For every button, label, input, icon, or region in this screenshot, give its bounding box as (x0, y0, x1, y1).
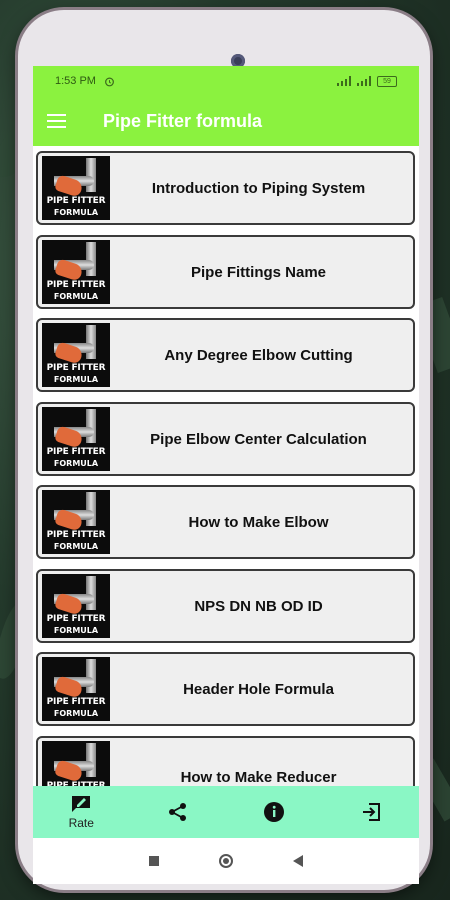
system-nav-bar (33, 838, 419, 884)
list-item[interactable]: PIPE FITTER FORMULA Header Hole Formula (36, 652, 415, 726)
list-item-label: How to Make Elbow (188, 513, 329, 531)
list-item-label: NPS DN NB OD ID (194, 597, 323, 615)
list-item-label: Pipe Fittings Name (190, 263, 327, 281)
list-item[interactable]: PIPE FITTER FORMULA How to Make Elbow (36, 485, 415, 559)
pipe-fitter-thumbnail: PIPE FITTERFORMULA (42, 741, 110, 786)
back-icon[interactable] (293, 855, 303, 867)
battery-icon: 59 (377, 75, 397, 87)
list-item-label: Any Degree Elbow Cutting (164, 346, 353, 364)
share-button[interactable] (148, 801, 208, 823)
rate-label: Rate (68, 816, 94, 830)
alarm-icon (105, 77, 114, 86)
pipe-fitter-thumbnail: PIPE FITTERFORMULA (42, 156, 110, 220)
signal-icon-2 (357, 76, 371, 86)
list-item[interactable]: PIPE FITTER FORMULA Introduction to Pipin… (36, 151, 415, 225)
list-item-label: Header Hole Formula (183, 680, 334, 698)
pipe-fitter-thumbnail: PIPE FITTERFORMULA (42, 490, 110, 554)
list-item[interactable]: PIPE FITTER FORMULA Any Degree Elbow Cutt… (36, 318, 415, 392)
pipe-fitter-thumbnail: PIPE FITTERFORMULA (42, 574, 110, 638)
pipe-fitter-thumbnail: PIPE FITTERFORMULA (42, 323, 110, 387)
app-bar: Pipe Fitter formula (33, 96, 419, 146)
menu-icon[interactable] (47, 101, 87, 141)
status-bar: 1:53 PM 59 (33, 66, 419, 96)
signal-icon (337, 76, 351, 86)
pipe-fitter-thumbnail: PIPE FITTERFORMULA (42, 240, 110, 304)
exit-button[interactable] (341, 801, 401, 823)
pipe-fitter-thumbnail: PIPE FITTERFORMULA (42, 407, 110, 471)
list-item[interactable]: PIPE FITTER FORMULA NPS DN NB OD ID (36, 569, 415, 643)
exit-icon (362, 803, 380, 821)
status-time: 1:53 PM (55, 75, 96, 87)
list-item-label: Introduction to Piping System (151, 179, 366, 197)
list-item-label: Pipe Elbow Center Calculation (150, 430, 367, 448)
app-title: Pipe Fitter formula (103, 110, 263, 131)
home-icon[interactable] (219, 854, 233, 868)
list-item[interactable]: PIPE FITTERFORMULA How to Make Reducer (36, 736, 415, 786)
recent-apps-icon[interactable] (149, 856, 159, 866)
list-item[interactable]: PIPE FITTER FORMULA Pipe Elbow Center Cal… (36, 402, 415, 476)
list-item[interactable]: PIPE FITTER FORMULA Pipe Fittings Name (36, 235, 415, 309)
share-icon (168, 803, 186, 821)
list-item-label: How to Make Reducer (180, 768, 337, 786)
topic-list: PIPE FITTER FORMULA Introduction to Pipin… (33, 146, 419, 786)
bottom-nav: Rate (33, 786, 419, 838)
app-screen: 1:53 PM 59 Pipe Fitter formula PIPE FITT… (33, 66, 419, 884)
rate-button[interactable]: Rate (51, 794, 111, 830)
info-button[interactable] (244, 801, 304, 823)
info-icon (264, 802, 285, 822)
rate-icon (72, 796, 91, 812)
pipe-fitter-thumbnail: PIPE FITTERFORMULA (42, 657, 110, 721)
